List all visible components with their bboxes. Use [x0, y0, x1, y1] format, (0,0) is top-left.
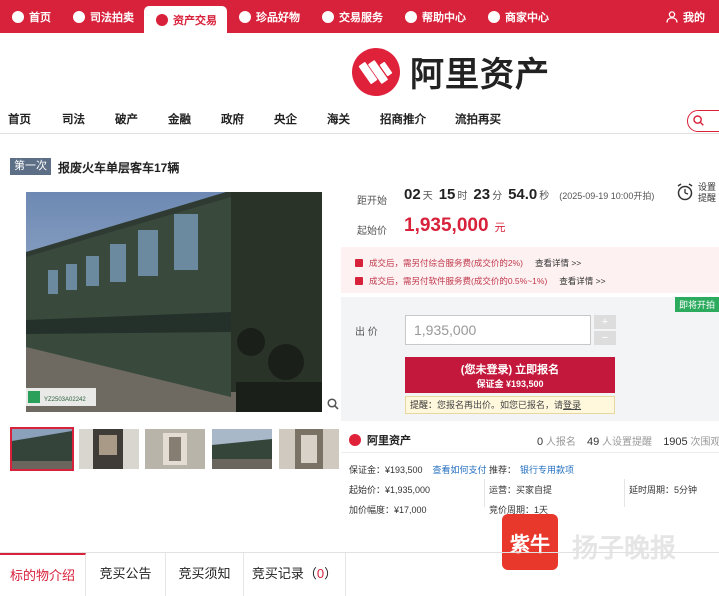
listing-title: 报废火车单层客车17辆 [58, 161, 180, 175]
ali-assets-small-logo-icon [349, 434, 361, 446]
main-photo[interactable]: YZ2503A02242 [26, 192, 322, 412]
search-icon [693, 115, 704, 126]
topnav-item-asset[interactable]: 资产交易 [144, 6, 227, 33]
tab-notice[interactable]: 竞买须知 [166, 553, 244, 596]
cat-government[interactable]: 政府 [221, 111, 244, 127]
cat-customs[interactable]: 海关 [327, 111, 350, 127]
start-price-label: 起始价 [357, 226, 387, 237]
zoom-icon[interactable] [327, 398, 339, 413]
thumbnail-2[interactable] [79, 429, 139, 469]
recommend-info: 推荐： 银行专用款项 [489, 465, 575, 475]
shop-icon [488, 10, 500, 23]
bid-amount-input[interactable]: 1,935,000 [405, 315, 591, 345]
site-logo[interactable]: 阿里资产 [352, 47, 550, 96]
set-reminder-button[interactable]: 设置提醒 [676, 182, 716, 205]
top-nav: 首页 司法拍卖 资产交易 珍品好物 交易服务 帮助中心 商家中心 我的 [0, 0, 719, 33]
my-account-link[interactable]: 我的 [666, 0, 705, 33]
cat-central-soe[interactable]: 央企 [274, 111, 297, 127]
login-tip: 提醒：您报名再出价。如您已报名，请登录 [405, 396, 615, 414]
pickup-rule: 运营：买家自提 [489, 485, 553, 495]
bid-label: 出 价 [355, 327, 378, 338]
logo-text: 阿里资产 [410, 56, 550, 94]
search-input[interactable] [687, 110, 719, 132]
fee-note-2-link[interactable]: 查看详情 >> [559, 275, 605, 287]
fee-note-1-link[interactable]: 查看详情 >> [535, 257, 581, 269]
divider [341, 452, 719, 453]
bid-panel: 即将开拍 出 价 1,935,000 + − (您未登录) 立即报名 保证金 ¥… [341, 297, 719, 421]
decrease-bid-button[interactable]: − [594, 331, 616, 345]
countdown-timer: 02 天 15 时 23 分 54.0 秒 (2025-09-19 10:00开拍) [404, 186, 655, 203]
asset-icon [156, 13, 168, 26]
fee-note-1: 成交后，需另付综合服务费(成交价的2%) 查看详情 >> [355, 257, 581, 269]
delay-period: 延时周期：5分钟 [629, 485, 698, 495]
cat-home[interactable]: 首页 [8, 111, 31, 127]
divider [484, 479, 485, 507]
svg-text:YZ2503A02242: YZ2503A02242 [44, 397, 86, 403]
category-nav: 首页 司法 破产 金融 政府 央企 海关 招商推介 流拍再买 [0, 104, 719, 134]
login-link[interactable]: 登录 [563, 400, 581, 410]
cat-bankruptcy[interactable]: 破产 [115, 111, 138, 127]
topnav-item-home[interactable]: 首页 [0, 0, 61, 33]
increase-bid-button[interactable]: + [594, 315, 616, 329]
tab-announcement[interactable]: 竞买公告 [86, 553, 166, 596]
thumbnail-1[interactable] [10, 427, 74, 471]
topnav-item-treasure[interactable]: 珍品好物 [227, 0, 310, 33]
tab-item-intro[interactable]: 标的物介绍 [0, 553, 86, 596]
gavel-icon [73, 10, 85, 23]
start-time: (2025-09-19 10:00开拍) [559, 191, 655, 201]
set-reminder-label: 设置提醒 [698, 182, 717, 203]
help-icon [405, 10, 417, 23]
thumbnail-5[interactable] [279, 429, 339, 469]
seller-info[interactable]: 阿里资产 [349, 432, 411, 448]
thumbnail-3[interactable] [145, 429, 205, 469]
cat-relist[interactable]: 流拍再买 [455, 111, 501, 127]
thumbnail-4[interactable] [212, 429, 272, 469]
fee-notes: 成交后，需另付综合服务费(成交价的2%) 查看详情 >> 成交后，需另付软件服务费… [341, 247, 719, 293]
detail-tabs: 标的物介绍 竞买公告 竞买须知 竞买记录（0） [0, 552, 719, 596]
topnav-item-help[interactable]: 帮助中心 [393, 0, 476, 33]
bid-stepper: + − [594, 315, 616, 345]
topnav-item-judicial[interactable]: 司法拍卖 [61, 0, 144, 33]
how-to-pay-link[interactable]: 查看如何支付 [433, 465, 487, 475]
alarm-clock-icon [677, 183, 693, 201]
divider [624, 479, 625, 507]
cat-finance[interactable]: 金融 [168, 111, 191, 127]
status-badge: 即将开拍 [674, 297, 719, 312]
topnav-item-service[interactable]: 交易服务 [310, 0, 393, 33]
round-badge: 第一次 [10, 158, 51, 175]
home-icon [12, 10, 24, 23]
tab-bid-records[interactable]: 竞买记录（0） [244, 553, 346, 596]
bid-increment: 加价幅度：¥17,000 [349, 505, 427, 515]
start-price-value: 1,935,000 元 [404, 215, 506, 236]
countdown-label: 距开始 [357, 196, 387, 207]
topnav-item-merchant[interactable]: 商家中心 [476, 0, 559, 33]
cat-judicial[interactable]: 司法 [62, 111, 85, 127]
ali-assets-logo-icon [352, 47, 400, 96]
cat-investment[interactable]: 招商推介 [380, 111, 426, 127]
bank-funds-link[interactable]: 银行专用款项 [520, 465, 574, 475]
gift-icon [355, 259, 363, 267]
train-photo-image: YZ2503A02242 [26, 192, 322, 412]
start-price-detail: 起始价：¥1,935,000 [349, 485, 431, 495]
fee-note-2: 成交后，需另付软件服务费(成交价的0.5%~1%) 查看详情 >> [355, 275, 606, 287]
user-icon [666, 10, 678, 23]
heart-icon [322, 10, 334, 23]
deposit-info: 保证金：¥193,500 查看如何支付 [349, 465, 487, 475]
gift-icon [355, 277, 363, 285]
signup-button[interactable]: (您未登录) 立即报名 保证金 ¥193,500 [405, 357, 615, 393]
gem-icon [239, 10, 251, 23]
auction-stats: 0 人报名 49 人设置提醒 1905 次围观 [537, 436, 719, 448]
